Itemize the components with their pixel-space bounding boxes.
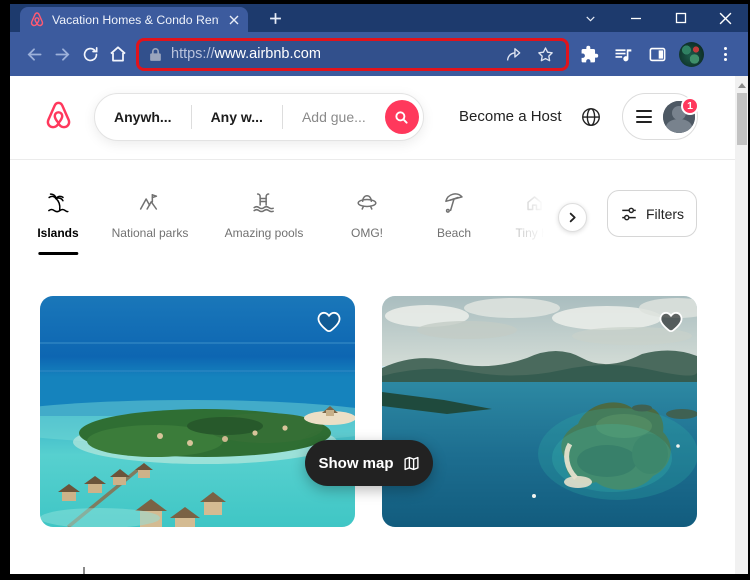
extensions-puzzle-icon[interactable] [575,40,603,68]
reload-button[interactable] [76,40,104,68]
browser-tab[interactable]: Vacation Homes & Condo Rental [20,7,248,32]
category-label: OMG! [351,226,383,240]
notification-badge: 1 [681,97,699,115]
url-scheme: https:// [171,46,215,62]
search-bar[interactable]: Anywh... Any w... Add gue... [94,93,424,141]
new-tab-button[interactable] [262,8,288,29]
menu-hamburger-icon [636,110,652,123]
user-avatar: 1 [663,101,695,133]
search-submit-button[interactable] [385,100,419,134]
user-menu-button[interactable]: 1 [622,93,698,140]
tab-search-chevron-icon[interactable] [568,4,613,32]
listing-card[interactable] [40,296,355,527]
address-bar[interactable]: https://www.airbnb.com [136,38,569,71]
category-national-parks[interactable]: National parks [112,190,189,240]
airbnb-favicon-icon [29,11,45,28]
active-category-underline [38,252,78,255]
category-label: Amazing pools [225,226,304,240]
category-tiny-homes[interactable]: Tiny ho [516,190,555,240]
categories-next-button[interactable] [558,203,587,232]
palm-island-icon [46,190,70,219]
pool-ladder-icon [252,190,276,219]
ufo-icon [355,190,379,219]
media-queue-icon[interactable] [609,40,637,68]
webpage: Anywh... Any w... Add gue... Become a Ho… [10,76,748,574]
back-button[interactable] [20,40,48,68]
category-label: National parks [112,226,189,240]
browser-menu-dots-icon[interactable] [711,40,739,68]
browser-titlebar: Vacation Homes & Condo Rental [10,4,748,32]
category-amazing-pools[interactable]: Amazing pools [225,190,304,240]
category-label: Beach [437,226,471,240]
category-bar: Islands National parks Amazing pools [10,180,735,256]
filters-button[interactable]: Filters [607,190,697,237]
side-panel-icon[interactable] [643,40,671,68]
search-guests-button[interactable]: Add gue... [283,109,385,125]
search-location-button[interactable]: Anywh... [95,109,191,125]
listing-photo-aerial-bay [382,296,697,527]
airbnb-header: Anywh... Any w... Add gue... Become a Ho… [10,76,735,160]
page-scrollbar[interactable] [735,76,748,574]
browser-profile-avatar[interactable] [677,40,705,68]
show-map-button[interactable]: Show map [305,440,433,486]
search-dates-button[interactable]: Any w... [192,109,282,125]
browser-window: Vacation Homes & Condo Rental [10,4,748,574]
category-omg[interactable]: OMG! [351,190,383,240]
filters-label: Filters [646,206,684,222]
forward-button[interactable] [48,40,76,68]
window-close-button[interactable] [703,4,748,32]
window-maximize-button[interactable] [658,4,703,32]
scrollbar-up-arrow-icon[interactable] [738,83,746,88]
category-label: Tiny ho [516,226,555,240]
wishlist-heart-icon[interactable] [658,309,684,340]
listing-card[interactable] [382,296,697,527]
tab-close-icon[interactable] [226,12,242,28]
listing-photo-island [40,296,355,527]
url-text[interactable]: https://www.airbnb.com [171,46,493,62]
airbnb-logo-icon[interactable] [43,99,74,137]
language-globe-icon[interactable] [580,106,602,128]
category-beach[interactable]: Beach [437,190,471,240]
mountain-flag-icon [138,190,162,219]
browser-toolbar: https://www.airbnb.com [10,32,748,76]
lock-icon[interactable] [149,47,162,62]
share-icon[interactable] [501,42,525,66]
filters-sliders-icon [620,205,638,223]
url-host: www.airbnb.com [215,46,321,62]
become-host-link[interactable]: Become a Host [459,108,562,125]
map-icon [403,455,420,472]
category-label: Islands [37,226,78,240]
window-minimize-button[interactable] [613,4,658,32]
tiny-house-icon [523,190,547,219]
bookmark-star-icon[interactable] [533,42,557,66]
clipped-content-tick [83,567,85,574]
show-map-label: Show map [318,455,393,472]
category-islands[interactable]: Islands [37,190,78,240]
beach-umbrella-icon [442,190,466,219]
scrollbar-thumb[interactable] [737,93,747,145]
tab-title: Vacation Homes & Condo Rental [52,13,219,27]
wishlist-heart-icon[interactable] [316,309,342,340]
home-button[interactable] [104,40,132,68]
